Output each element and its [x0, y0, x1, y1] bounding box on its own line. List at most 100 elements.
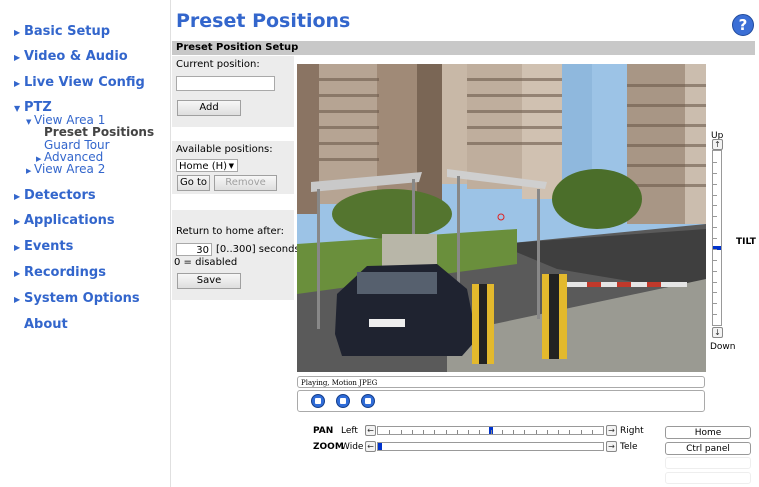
- pan-tick: [569, 430, 570, 434]
- sidebar-item-detectors[interactable]: ▶ Detectors: [14, 188, 96, 203]
- sidebar-item-about[interactable]: About: [24, 317, 68, 332]
- current-position-panel: Current position: Add: [172, 56, 294, 127]
- pan-tick: [434, 430, 435, 434]
- pan-tick: [547, 430, 548, 434]
- tilt-tick: [713, 314, 717, 315]
- zoom-wide-label: Wide: [341, 442, 364, 452]
- pan-tick: [513, 430, 514, 434]
- tilt-down-label: Down: [710, 342, 736, 352]
- chevron-right-icon: ▶: [26, 167, 32, 175]
- sidebar-item-view-area-2[interactable]: ▶ View Area 2: [26, 162, 105, 176]
- camera-image: [297, 64, 706, 372]
- arrow-left-icon[interactable]: ←: [365, 441, 376, 452]
- chevron-down-icon: ▼: [14, 104, 21, 113]
- tilt-tick: [713, 292, 717, 293]
- live-video-view[interactable]: [297, 64, 706, 372]
- pan-tick: [558, 430, 559, 434]
- chevron-right-icon: ▶: [14, 28, 21, 37]
- tilt-tick: [713, 282, 717, 283]
- pan-tick: [491, 430, 492, 434]
- sidebar-item-recordings[interactable]: ▶ Recordings: [14, 265, 106, 280]
- chevron-right-icon: ▶: [14, 217, 21, 226]
- save-button[interactable]: Save: [177, 273, 241, 289]
- chevron-down-icon: ▼: [26, 118, 32, 126]
- fullscreen-icon[interactable]: [361, 394, 375, 408]
- chevron-right-icon: ▶: [14, 79, 21, 88]
- sidebar-item-system-options[interactable]: ▶ System Options: [14, 291, 140, 306]
- return-home-label: Return to home after:: [176, 226, 284, 237]
- video-status-bar: Playing, Motion JPEG: [297, 376, 705, 388]
- arrow-right-icon[interactable]: →: [606, 441, 617, 452]
- pan-left-label: Left: [341, 426, 358, 436]
- stop-icon[interactable]: [311, 394, 325, 408]
- pan-tick: [581, 430, 582, 434]
- sidebar-item-label: Events: [24, 239, 74, 254]
- sidebar-item-preset-positions[interactable]: Preset Positions: [44, 125, 154, 139]
- zoom-slider[interactable]: [377, 442, 604, 451]
- sidebar-item-live-view-config[interactable]: ▶ Live View Config: [14, 75, 145, 90]
- chevron-right-icon: ▶: [14, 192, 21, 201]
- sidebar-item-basic-setup[interactable]: ▶ Basic Setup: [14, 24, 110, 39]
- tilt-tick: [713, 238, 717, 239]
- tilt-tick: [713, 216, 717, 217]
- pan-tick: [536, 430, 537, 434]
- sidebar-item-label: Basic Setup: [24, 24, 111, 39]
- return-home-input[interactable]: 30: [176, 243, 212, 256]
- zoom-slider-handle[interactable]: [378, 443, 382, 450]
- pan-label: PAN: [313, 426, 334, 436]
- chevron-right-icon: ▶: [14, 53, 21, 62]
- positions-select[interactable]: Home (H) ▼: [176, 159, 238, 172]
- go-to-button[interactable]: Go to: [177, 175, 210, 191]
- dropdown-arrow-icon: ▼: [228, 162, 234, 170]
- video-controls: [297, 390, 705, 412]
- sidebar-nav: ▶ Basic Setup ▶ Video & Audio ▶ Live View C…: [0, 0, 170, 487]
- tilt-slider[interactable]: [712, 150, 722, 326]
- section-title: Preset Position Setup: [176, 42, 299, 53]
- tilt-tick: [713, 162, 717, 163]
- snapshot-icon[interactable]: [336, 394, 350, 408]
- sidebar-item-label: About: [24, 317, 68, 332]
- chevron-right-icon: ▶: [14, 243, 21, 252]
- current-position-label: Current position:: [176, 59, 260, 70]
- chevron-right-icon: ▶: [14, 295, 21, 304]
- home-button[interactable]: Home: [665, 426, 751, 439]
- help-icon[interactable]: ?: [732, 14, 754, 36]
- section-header: Preset Position Setup: [172, 41, 755, 55]
- return-home-panel: Return to home after: 30 [0..300] second…: [172, 210, 303, 300]
- sidebar-item-video-audio[interactable]: ▶ Video & Audio: [14, 49, 128, 64]
- return-home-range: [0..300] seconds,: [216, 244, 303, 255]
- available-positions-label: Available positions:: [176, 144, 273, 155]
- zoom-tele-label: Tele: [620, 442, 638, 452]
- empty-button-slot: [665, 472, 751, 484]
- add-button[interactable]: Add: [177, 100, 241, 116]
- tilt-tick: [713, 303, 717, 304]
- tilt-tick: [713, 195, 717, 196]
- tilt-tick: [713, 260, 717, 261]
- pan-tick: [401, 430, 402, 434]
- chevron-right-icon: ▶: [14, 269, 21, 278]
- arrow-down-icon[interactable]: ↓: [712, 327, 723, 338]
- pan-tick: [502, 430, 503, 434]
- current-position-input[interactable]: [176, 76, 275, 91]
- tilt-tick: [713, 205, 717, 206]
- sidebar-item-label: Preset Positions: [44, 125, 155, 139]
- available-positions-panel: Available positions: Home (H) ▼ Go to Re…: [172, 141, 294, 194]
- tilt-tick: [713, 173, 717, 174]
- ctrl-panel-button[interactable]: Ctrl panel: [665, 442, 751, 455]
- arrow-right-icon[interactable]: →: [606, 425, 617, 436]
- pan-tick: [468, 430, 469, 434]
- remove-button[interactable]: Remove: [214, 175, 277, 191]
- sidebar-item-events[interactable]: ▶ Events: [14, 239, 73, 254]
- page-title: Preset Positions: [176, 10, 351, 32]
- arrow-left-icon[interactable]: ←: [365, 425, 376, 436]
- pan-tick: [479, 430, 480, 434]
- sidebar-item-applications[interactable]: ▶ Applications: [14, 213, 115, 228]
- arrow-up-icon[interactable]: ↑: [712, 139, 723, 150]
- tilt-tick: [713, 184, 717, 185]
- pan-tick: [524, 430, 525, 434]
- sidebar-divider: [170, 0, 171, 487]
- sidebar-item-label: System Options: [24, 291, 140, 306]
- pan-tick: [592, 430, 593, 434]
- pan-slider[interactable]: [377, 426, 604, 435]
- tilt-tick: [713, 249, 717, 250]
